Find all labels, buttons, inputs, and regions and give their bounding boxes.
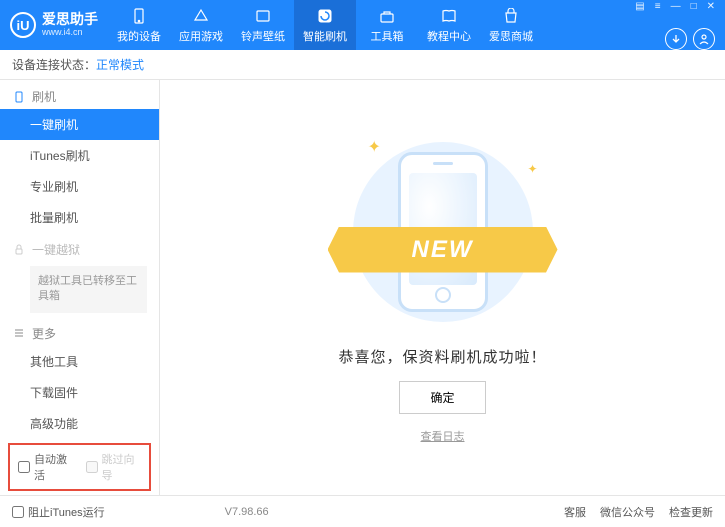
footer-update[interactable]: 检查更新	[669, 504, 713, 520]
sidebar-pro-flash[interactable]: 专业刷机	[0, 171, 159, 202]
apps-icon	[192, 7, 210, 25]
success-message: 恭喜您，保资料刷机成功啦！	[338, 346, 546, 367]
sparkle-icon: ✦	[368, 137, 381, 157]
sparkle-icon: ✦	[527, 162, 537, 176]
sidebar-onekey-flash[interactable]: 一键刷机	[0, 109, 159, 140]
ok-button[interactable]: 确定	[399, 381, 485, 414]
sidebar-batch-flash[interactable]: 批量刷机	[0, 202, 159, 233]
nav-ringtones[interactable]: 铃声壁纸	[232, 0, 294, 50]
checkbox-auto-activate[interactable]: 自动激活	[18, 451, 74, 483]
status-value: 正常模式	[96, 56, 144, 73]
nav-tutorials[interactable]: 教程中心	[418, 0, 480, 50]
user-button[interactable]	[693, 28, 715, 50]
store-icon	[502, 7, 520, 25]
status-bar: 设备连接状态： 正常模式	[0, 50, 725, 80]
toolbox-icon	[378, 7, 396, 25]
sidebar: 刷机 一键刷机 iTunes刷机 专业刷机 批量刷机 一键越狱 越狱工具已转移至…	[0, 80, 160, 495]
lock-icon	[12, 243, 26, 257]
titlebar: iU 爱思助手 www.i4.cn 我的设备 应用游戏 铃声壁纸 智能刷机 工具…	[0, 0, 725, 50]
section-more[interactable]: 更多	[0, 317, 159, 346]
section-flash[interactable]: 刷机	[0, 80, 159, 109]
jailbreak-note: 越狱工具已转移至工具箱	[30, 266, 147, 313]
brand-name: 爱思助手	[42, 12, 98, 27]
nav-my-device[interactable]: 我的设备	[108, 0, 170, 50]
flash-section-icon	[12, 90, 26, 104]
sidebar-download-firmware[interactable]: 下载固件	[0, 377, 159, 408]
checkbox-block-itunes[interactable]: 阻止iTunes运行	[12, 504, 105, 520]
settings-icon[interactable]: ≡	[655, 1, 661, 12]
close-icon[interactable]: ✕	[707, 1, 715, 12]
version-label: V7.98.66	[225, 506, 269, 518]
book-icon	[440, 7, 458, 25]
brand-logo: iU 爱思助手 www.i4.cn	[10, 12, 98, 38]
sidebar-itunes-flash[interactable]: iTunes刷机	[0, 140, 159, 171]
nav-toolbox[interactable]: 工具箱	[356, 0, 418, 50]
window-controls: ▤ ≡ — □ ✕	[635, 1, 715, 12]
flash-icon	[316, 7, 334, 25]
footer-wechat[interactable]: 微信公众号	[600, 504, 655, 520]
media-icon	[254, 7, 272, 25]
status-label: 设备连接状态：	[12, 56, 96, 73]
checkbox-skip-guide[interactable]: 跳过向导	[86, 451, 142, 483]
view-log-link[interactable]: 查看日志	[421, 428, 465, 444]
section-jailbreak: 一键越狱	[0, 233, 159, 262]
top-nav: 我的设备 应用游戏 铃声壁纸 智能刷机 工具箱 教程中心 爱思商城	[108, 0, 635, 50]
nav-store[interactable]: 爱思商城	[480, 0, 542, 50]
success-illustration: NEW ✦ ✦	[338, 132, 548, 332]
more-icon	[12, 326, 26, 340]
logo-icon: iU	[10, 12, 36, 38]
maximize-icon[interactable]: □	[691, 1, 697, 12]
menu-icon[interactable]: ▤	[635, 1, 644, 12]
new-ribbon: NEW	[328, 227, 558, 273]
download-button[interactable]	[665, 28, 687, 50]
phone-icon	[130, 7, 148, 25]
footer: 阻止iTunes运行 V7.98.66 客服 微信公众号 检查更新	[0, 495, 725, 527]
brand-url: www.i4.cn	[42, 28, 98, 38]
minimize-icon[interactable]: —	[671, 1, 681, 12]
nav-apps[interactable]: 应用游戏	[170, 0, 232, 50]
main-content: NEW ✦ ✦ 恭喜您，保资料刷机成功啦！ 确定 查看日志	[160, 80, 725, 495]
sidebar-advanced[interactable]: 高级功能	[0, 408, 159, 439]
footer-service[interactable]: 客服	[564, 504, 586, 520]
nav-flash[interactable]: 智能刷机	[294, 0, 356, 50]
sidebar-other-tools[interactable]: 其他工具	[0, 346, 159, 377]
checkbox-group: 自动激活 跳过向导	[8, 443, 151, 491]
